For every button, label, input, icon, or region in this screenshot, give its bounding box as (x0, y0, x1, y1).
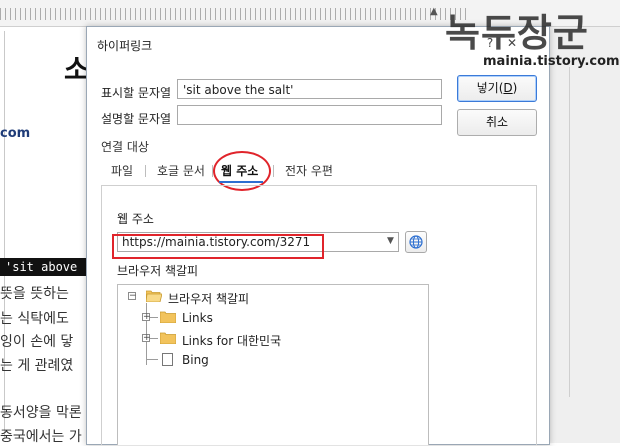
cancel-button[interactable]: 취소 (457, 109, 537, 136)
document-line: 잉이 손에 닿 (0, 334, 74, 350)
expand-icon[interactable]: + (142, 313, 151, 322)
margin-guide (4, 31, 5, 439)
description-field[interactable] (177, 105, 442, 125)
tree-item-links[interactable]: Links (182, 311, 213, 325)
insert-button-suffix: ) (512, 81, 518, 95)
folder-icon (160, 332, 176, 344)
collapse-icon[interactable]: − (128, 292, 137, 301)
document-line: 동서양을 막론 (0, 405, 82, 421)
globe-icon (409, 235, 423, 249)
document-line: 중국에서는 가 (0, 429, 82, 445)
display-text-label: 표시할 문자열 (101, 86, 172, 100)
pane-divider (569, 67, 570, 397)
page-icon (162, 353, 173, 366)
tab-hangul-document[interactable]: 호글 문서 (157, 162, 205, 179)
bookmarks-label: 브라우저 책갈피 (117, 264, 199, 278)
annotation-highlight-box (112, 234, 324, 259)
insert-button[interactable]: 넣기(D) (457, 75, 537, 102)
document-selected-text[interactable]: 'sit above (0, 258, 91, 276)
dialog-title: 하이퍼링크 (97, 39, 153, 53)
folder-icon (160, 311, 176, 323)
document-link-fragment[interactable]: com (0, 126, 30, 141)
tree-item-root[interactable]: 브라우저 책갈피 (168, 290, 249, 307)
web-address-label: 웹 주소 (117, 212, 154, 226)
link-target-label: 연결 대상 (101, 140, 149, 154)
tree-item-bing[interactable]: Bing (182, 353, 209, 367)
help-icon[interactable]: ? (479, 36, 501, 50)
tab-separator (145, 165, 146, 177)
document-line: 는 게 관례였 (0, 358, 74, 374)
description-label: 설명할 문자열 (101, 112, 172, 126)
dialog-titlebar[interactable]: 하이퍼링크 ? ✕ (87, 27, 549, 61)
tree-connector (146, 359, 158, 360)
tree-item-links-korea[interactable]: Links for 대한민국 (182, 332, 281, 349)
chevron-down-icon[interactable]: ▼ (387, 236, 394, 246)
horizontal-ruler[interactable]: ▲ (0, 0, 620, 27)
open-browser-button[interactable] (405, 231, 427, 253)
active-tab-indicator (219, 181, 263, 183)
close-icon[interactable]: ✕ (501, 36, 523, 50)
display-text-field[interactable]: 'sit above the salt' (177, 79, 442, 99)
document-line: 는 식탁에도 (0, 311, 69, 327)
document-line: 뜻을 뜻하는 (0, 286, 69, 302)
expand-icon[interactable]: + (142, 334, 151, 343)
insert-button-hotkey: D (503, 81, 513, 95)
tab-email[interactable]: 전자 우편 (285, 162, 333, 179)
open-folder-icon (146, 290, 162, 302)
hyperlink-dialog: 하이퍼링크 ? ✕ 표시할 문자열 'sit above the salt' 설명… (86, 26, 550, 445)
right-side-pane (548, 27, 620, 443)
insert-button-label: 넣기( (476, 81, 504, 95)
ruler-ticks (0, 8, 470, 20)
tab-file[interactable]: 파일 (111, 162, 133, 179)
titlebar-icons: ? ✕ (479, 36, 523, 50)
ruler-marker-icon[interactable]: ▲ (430, 6, 438, 17)
bookmark-tree[interactable]: − 브라우저 책갈피 + Links + Links for 대한민국 Bing (117, 284, 429, 445)
tab-separator (273, 165, 274, 177)
